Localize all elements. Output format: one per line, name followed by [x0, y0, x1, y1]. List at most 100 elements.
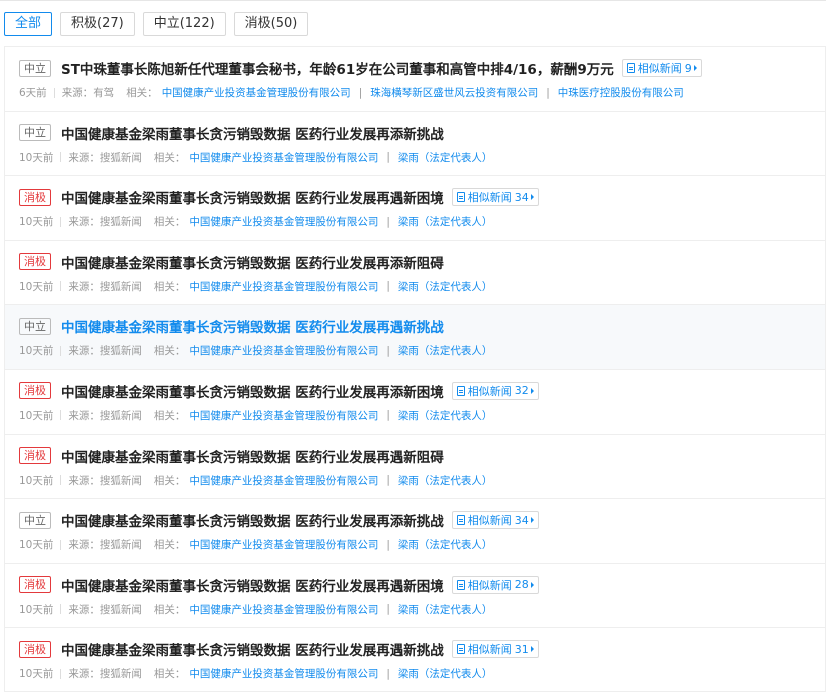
similar-news-count: 32 [514, 384, 529, 398]
related-separator: | [386, 538, 390, 551]
related-entity-link[interactable]: 珠海横琴新区盛世风云投资有限公司 [370, 85, 538, 100]
sentiment-tag: 中立 [19, 124, 51, 142]
news-item[interactable]: 消极 中国健康基金梁雨董事长贪污销毁数据 医药行业发展再遇新阻碍 10天前 来源… [4, 433, 826, 499]
meta-divider [60, 539, 62, 550]
related-entity-link[interactable]: 中国健康产业投资基金管理股份有限公司 [189, 343, 378, 358]
related-prefix: 相关： [153, 539, 186, 552]
news-item[interactable]: 消极 中国健康基金梁雨董事长贪污销毁数据 医药行业发展再添新阻碍 10天前 来源… [4, 239, 826, 305]
sentiment-filter-bar: 全部 积极(27) 中立(122) 消极(50) [4, 12, 309, 36]
related-entity-link[interactable]: 梁雨（法定代表人） [398, 666, 493, 681]
news-item[interactable]: 消极 中国健康基金梁雨董事长贪污销毁数据 医药行业发展再遇新困境 相似新闻 34… [4, 175, 826, 240]
news-time: 10天前 [19, 539, 54, 552]
related-separator: | [386, 474, 390, 487]
news-title[interactable]: 中国健康基金梁雨董事长贪污销毁数据 医药行业发展再添新困境 [61, 381, 444, 401]
news-title[interactable]: 中国健康基金梁雨董事长贪污销毁数据 医药行业发展再遇新困境 [61, 575, 444, 595]
related-entity-link[interactable]: 中国健康产业投资基金管理股份有限公司 [189, 279, 378, 294]
related-entity-link[interactable]: 中国健康产业投资基金管理股份有限公司 [162, 85, 351, 100]
related-prefix: 相关： [153, 280, 186, 293]
related-entity-link[interactable]: 梁雨（法定代表人） [398, 408, 493, 423]
related-prefix: 相关： [153, 409, 186, 422]
news-meta-line: 6天前 来源： 有驾 相关： 中国健康产业投资基金管理股份有限公司 | 珠海横琴新区… [19, 85, 825, 100]
related-prefix: 相关： [153, 216, 186, 229]
similar-news-button[interactable]: 相似新闻 34 [451, 188, 539, 207]
news-title[interactable]: ST中珠董事长陈旭新任代理董事会秘书，年龄61岁在公司董事和高管中排4/16，薪… [61, 58, 614, 78]
news-item[interactable]: 中立 中国健康基金梁雨董事长贪污销毁数据 医药行业发展再添新挑战 10天前 来源… [4, 110, 826, 176]
similar-news-button[interactable]: 相似新闻 34 [451, 511, 539, 530]
similar-news-button[interactable]: 相似新闻 32 [451, 381, 539, 400]
news-meta-line: 10天前 来源： 搜狐新闻 相关： 中国健康产业投资基金管理股份有限公司 | 梁雨（… [19, 214, 825, 229]
news-title[interactable]: 中国健康基金梁雨董事长贪污销毁数据 医药行业发展再添新挑战 [61, 510, 444, 530]
related-separator: | [386, 603, 390, 616]
meta-divider [60, 604, 62, 615]
document-icon [456, 385, 465, 396]
news-title[interactable]: 中国健康基金梁雨董事长贪污销毁数据 医药行业发展再添新阻碍 [61, 252, 444, 272]
caret-right-icon [530, 646, 534, 653]
news-item[interactable]: 消极 中国健康基金梁雨董事长贪污销毁数据 医药行业发展再遇新困境 相似新闻 28… [4, 562, 826, 628]
caret-right-icon [530, 194, 534, 201]
related-separator: | [386, 409, 390, 422]
related-entity-link[interactable]: 中国健康产业投资基金管理股份有限公司 [189, 473, 378, 488]
news-title[interactable]: 中国健康基金梁雨董事长贪污销毁数据 医药行业发展再添新挑战 [61, 123, 444, 143]
news-title[interactable]: 中国健康基金梁雨董事长贪污销毁数据 医药行业发展再遇新挑战 [61, 639, 444, 659]
related-entity-link[interactable]: 中国健康产业投资基金管理股份有限公司 [189, 214, 378, 229]
news-headline-line: 消极 中国健康基金梁雨董事长贪污销毁数据 医药行业发展再添新困境 相似新闻 32 [19, 381, 825, 401]
related-prefix: 相关： [126, 87, 158, 99]
related-entity-link[interactable]: 梁雨（法定代表人） [398, 279, 493, 294]
document-icon [456, 515, 465, 526]
news-title[interactable]: 中国健康基金梁雨董事长贪污销毁数据 医药行业发展再遇新阻碍 [61, 446, 444, 466]
top-divider [0, 0, 826, 1]
related-prefix: 相关： [153, 474, 186, 487]
source-prefix: 来源： [68, 668, 100, 681]
similar-news-count: 31 [514, 642, 529, 656]
news-headline-line: 中立 中国健康基金梁雨董事长贪污销毁数据 医药行业发展再遇新挑战 [19, 316, 825, 336]
similar-news-button[interactable]: 相似新闻 28 [451, 575, 539, 594]
news-time: 10天前 [19, 151, 54, 164]
related-entity-link[interactable]: 梁雨（法定代表人） [398, 343, 493, 358]
news-source: 搜狐新闻 [99, 345, 142, 358]
sentiment-tag: 消极 [19, 640, 51, 658]
news-item[interactable]: 中立 ST中珠董事长陈旭新任代理董事会秘书，年龄61岁在公司董事和高管中排4/1… [4, 46, 826, 111]
document-icon [456, 192, 465, 203]
related-entity-link[interactable]: 中国健康产业投资基金管理股份有限公司 [189, 602, 378, 617]
filter-positive[interactable]: 积极(27) [60, 12, 135, 36]
news-title[interactable]: 中国健康基金梁雨董事长贪污销毁数据 医药行业发展再遇新困境 [61, 187, 444, 207]
news-item[interactable]: 消极 中国健康基金梁雨董事长贪污销毁数据 医药行业发展再添新困境 相似新闻 32… [4, 368, 826, 434]
news-time: 6天前 [19, 87, 47, 99]
news-item[interactable]: 中立 中国健康基金梁雨董事长贪污销毁数据 医药行业发展再添新挑战 相似新闻 34… [4, 498, 826, 563]
related-entity-link[interactable]: 梁雨（法定代表人） [398, 150, 493, 165]
related-entity-link[interactable]: 中国健康产业投资基金管理股份有限公司 [189, 408, 378, 423]
related-separator: | [386, 151, 390, 164]
related-prefix: 相关： [153, 345, 186, 358]
news-source: 搜狐新闻 [99, 474, 142, 487]
similar-news-label: 相似新闻 [467, 514, 512, 528]
related-separator: | [386, 215, 390, 228]
related-entity-link[interactable]: 中国健康产业投资基金管理股份有限公司 [189, 150, 378, 165]
news-source: 搜狐新闻 [99, 603, 142, 616]
news-item[interactable]: 消极 中国健康基金梁雨董事长贪污销毁数据 医药行业发展再遇新挑战 相似新闻 31… [4, 627, 826, 692]
filter-neutral[interactable]: 中立(122) [142, 12, 226, 36]
related-entity-link[interactable]: 中国健康产业投资基金管理股份有限公司 [189, 537, 378, 552]
filter-all[interactable]: 全部 [4, 12, 53, 36]
news-source: 搜狐新闻 [99, 280, 142, 293]
news-meta-line: 10天前 来源： 搜狐新闻 相关： 中国健康产业投资基金管理股份有限公司 | 梁雨（… [19, 150, 825, 165]
filter-negative[interactable]: 消极(50) [233, 12, 309, 36]
related-entity-link[interactable]: 梁雨（法定代表人） [398, 473, 493, 488]
related-entity-link[interactable]: 中珠医疗控股股份有限公司 [558, 85, 684, 100]
sentiment-tag: 消极 [19, 447, 51, 465]
similar-news-label: 相似新闻 [467, 191, 512, 205]
similar-news-count: 34 [514, 190, 529, 204]
news-headline-line: 消极 中国健康基金梁雨董事长贪污销毁数据 医药行业发展再遇新困境 相似新闻 28 [19, 575, 825, 595]
news-source: 搜狐新闻 [99, 409, 142, 422]
similar-news-button[interactable]: 相似新闻 9 [621, 59, 702, 77]
related-entity-link[interactable]: 梁雨（法定代表人） [398, 537, 493, 552]
related-entity-link[interactable]: 中国健康产业投资基金管理股份有限公司 [189, 666, 378, 681]
related-entity-link[interactable]: 梁雨（法定代表人） [398, 602, 493, 617]
similar-news-button[interactable]: 相似新闻 31 [451, 640, 539, 659]
similar-news-label: 相似新闻 [467, 643, 512, 657]
news-title[interactable]: 中国健康基金梁雨董事长贪污销毁数据 医药行业发展再遇新挑战 [61, 316, 444, 336]
sentiment-tag: 中立 [19, 59, 51, 77]
news-item[interactable]: 中立 中国健康基金梁雨董事长贪污销毁数据 医药行业发展再遇新挑战 10天前 来源… [4, 304, 826, 369]
similar-news-label: 相似新闻 [467, 578, 512, 592]
related-entity-link[interactable]: 梁雨（法定代表人） [398, 214, 493, 229]
news-meta-line: 10天前 来源： 搜狐新闻 相关： 中国健康产业投资基金管理股份有限公司 | 梁雨（… [19, 343, 825, 358]
